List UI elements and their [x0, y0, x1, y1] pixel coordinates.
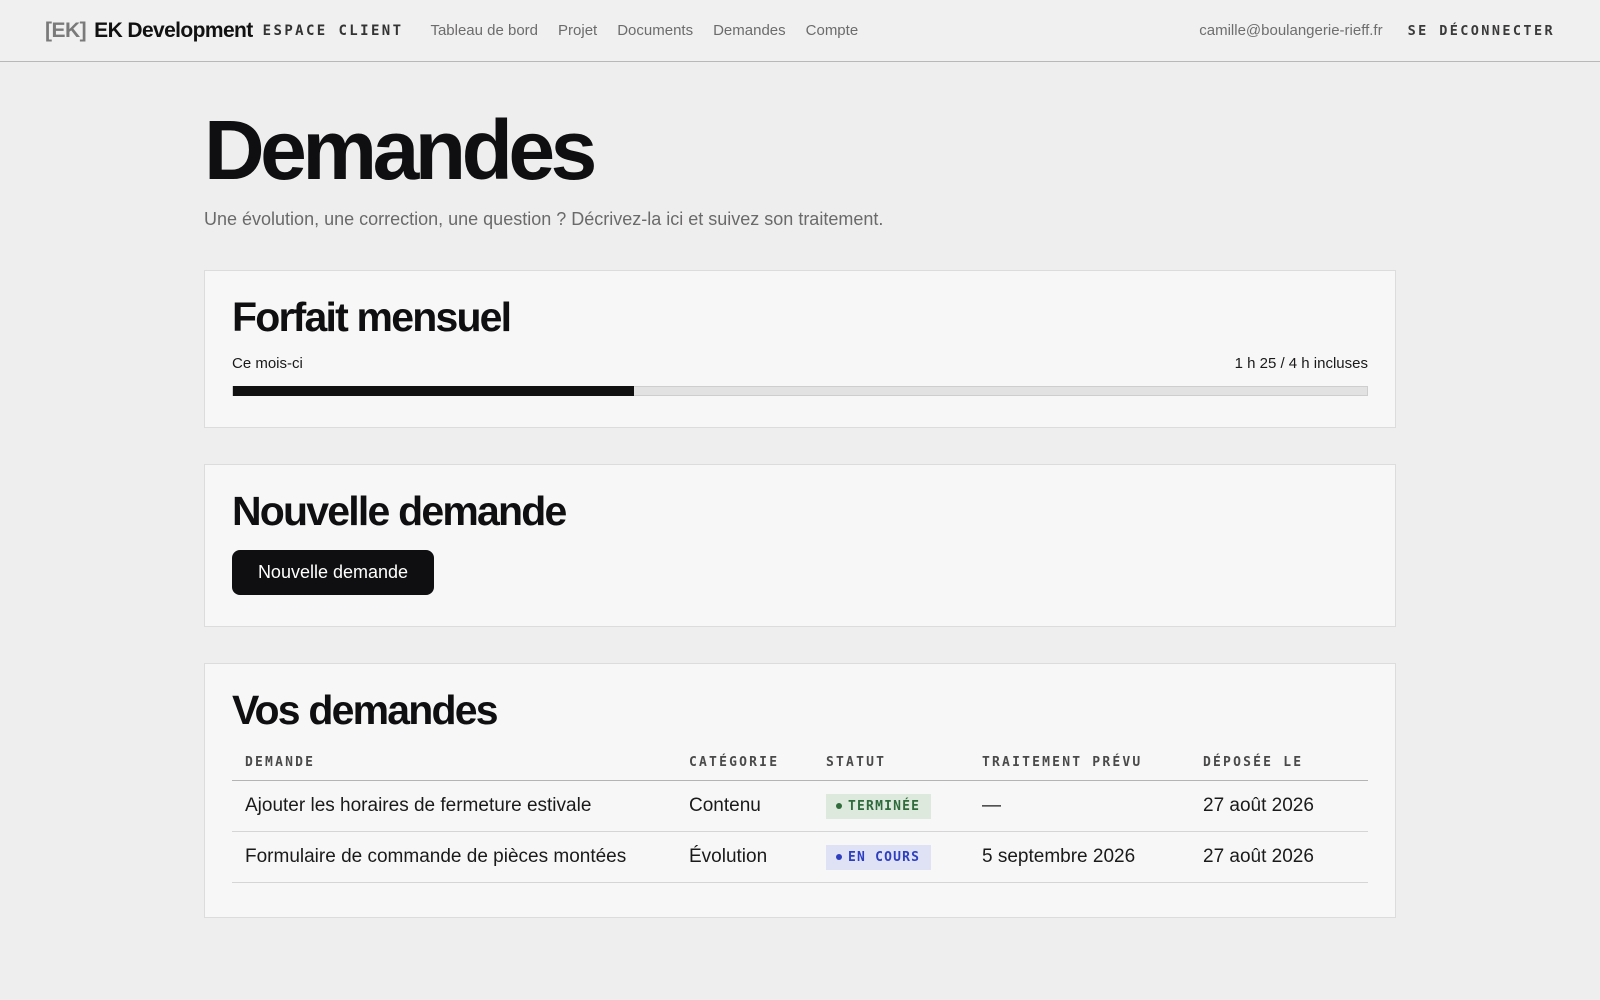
request-status-cell: EN COURS [826, 831, 982, 883]
column-header-traitement: TRAITEMENT PRÉVU [982, 755, 1203, 781]
top-bar: [EK] EK Development ESPACE CLIENT Tablea… [0, 0, 1600, 62]
status-badge-label: TERMINÉE [848, 798, 921, 814]
brand-mark: [EK] [45, 18, 87, 42]
status-badge: TERMINÉE [826, 793, 932, 819]
user-area: camille@boulangerie-rieff.fr SE DÉCONNEC… [1199, 22, 1555, 39]
status-dot-icon [836, 854, 842, 861]
main-nav: Tableau de bord Projet Documents Demande… [430, 22, 858, 39]
plan-usage-row: Ce mois-ci 1 h 25 / 4 h incluses [232, 355, 1368, 372]
logout-button[interactable]: SE DÉCONNECTER [1408, 23, 1555, 39]
column-header-deposee: DÉPOSÉE LE [1203, 755, 1368, 781]
plan-usage-text: 1 h 25 / 4 h incluses [1234, 355, 1368, 372]
main-content: Demandes Une évolution, une correction, … [204, 108, 1396, 918]
page-subtitle: Une évolution, une correction, une quest… [204, 209, 884, 229]
request-category: Évolution [689, 831, 826, 883]
request-status-cell: TERMINÉE [826, 780, 982, 832]
request-submitted-date: 27 août 2026 [1203, 780, 1368, 832]
request-title[interactable]: Ajouter les horaires de fermeture estiva… [232, 780, 689, 832]
plan-progress-bar [232, 386, 1368, 396]
status-badge-label: EN COURS [848, 849, 921, 865]
plan-card: Forfait mensuel Ce mois-ci 1 h 25 / 4 h … [204, 270, 1396, 428]
new-request-title: Nouvelle demande [232, 488, 567, 534]
table-row[interactable]: Formulaire de commande de pièces montées… [232, 831, 1368, 883]
page-title: Demandes [204, 103, 597, 197]
column-header-statut: STATUT [826, 755, 982, 781]
status-dot-icon [836, 803, 842, 810]
request-planned-date: 5 septembre 2026 [982, 831, 1203, 883]
plan-title: Forfait mensuel [232, 294, 512, 340]
new-request-button[interactable]: Nouvelle demande [232, 550, 434, 595]
nav-documents[interactable]: Documents [617, 22, 693, 39]
request-planned-date: — [982, 780, 1203, 832]
table-row[interactable]: Ajouter les horaires de fermeture estiva… [232, 780, 1368, 832]
new-request-card: Nouvelle demande Nouvelle demande [204, 464, 1396, 627]
plan-progress-fill [233, 386, 635, 396]
table-header-row: DEMANDE CATÉGORIE STATUT TRAITEMENT PRÉV… [232, 755, 1368, 781]
brand-subtitle: ESPACE CLIENT [262, 22, 404, 39]
status-badge: EN COURS [826, 844, 932, 870]
nav-tableau-de-bord[interactable]: Tableau de bord [430, 22, 538, 39]
plan-period-label: Ce mois-ci [232, 355, 303, 372]
column-header-demande: DEMANDE [232, 755, 689, 781]
brand-name: EK Development [94, 18, 253, 42]
request-category: Contenu [689, 780, 826, 832]
user-email: camille@boulangerie-rieff.fr [1199, 22, 1383, 39]
brand[interactable]: [EK] EK Development ESPACE CLIENT [45, 19, 403, 43]
request-title[interactable]: Formulaire de commande de pièces montées [232, 831, 689, 883]
requests-title: Vos demandes [232, 687, 499, 733]
nav-projet[interactable]: Projet [558, 22, 597, 39]
requests-table: DEMANDE CATÉGORIE STATUT TRAITEMENT PRÉV… [232, 755, 1368, 883]
requests-card: Vos demandes DEMANDE CATÉGORIE STATUT TR… [204, 663, 1396, 918]
nav-demandes[interactable]: Demandes [713, 22, 786, 39]
nav-compte[interactable]: Compte [806, 22, 859, 39]
column-header-categorie: CATÉGORIE [689, 755, 826, 781]
request-submitted-date: 27 août 2026 [1203, 831, 1368, 883]
